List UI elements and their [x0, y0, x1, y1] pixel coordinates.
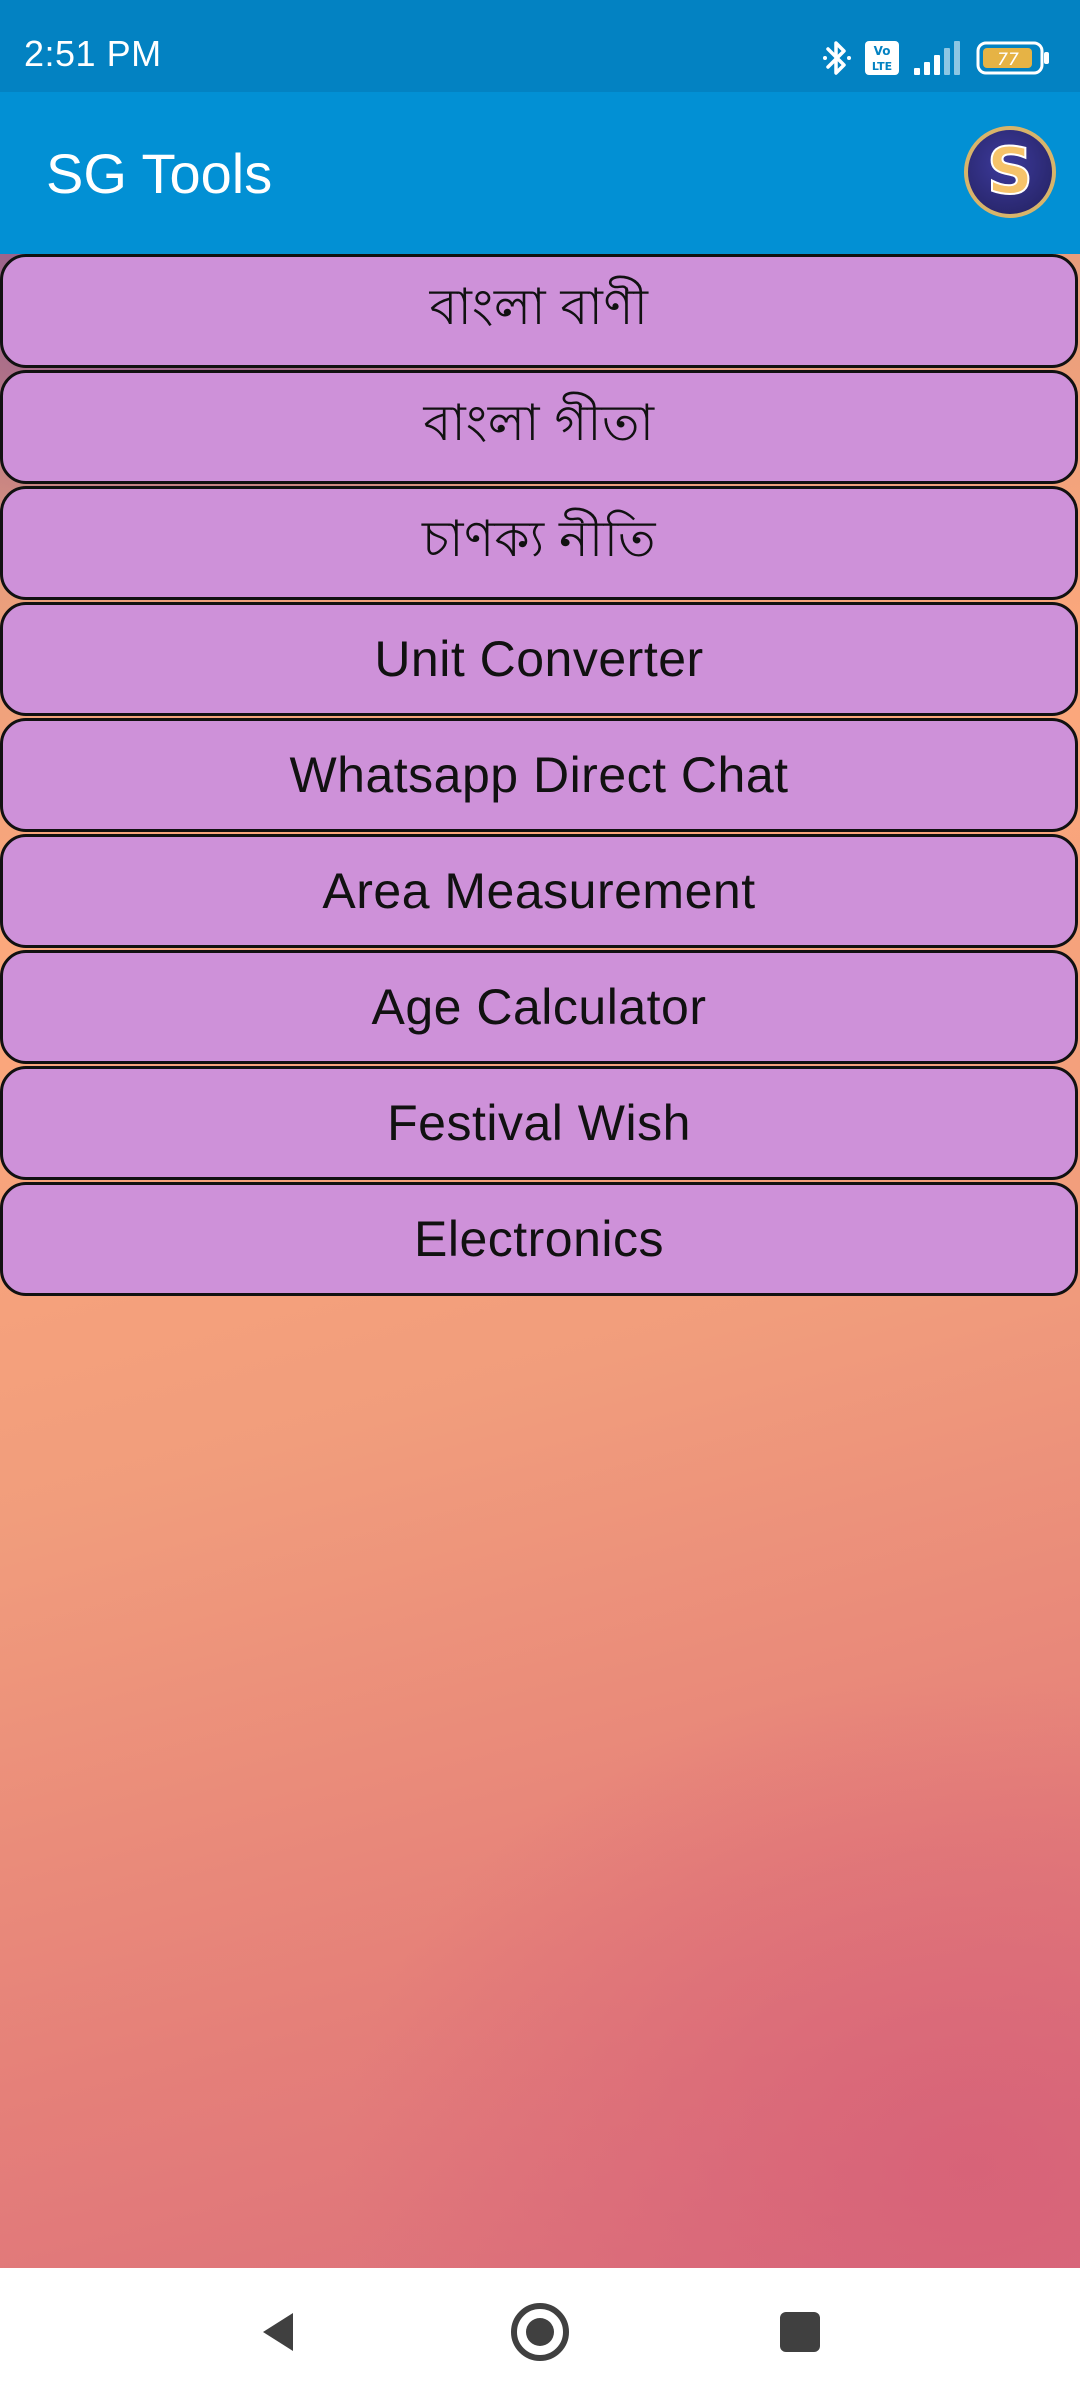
app-bar: SG Tools S: [0, 92, 1080, 254]
status-time: 2:51 PM: [24, 33, 162, 74]
battery-icon: 77: [976, 40, 1052, 81]
age-calculator-button[interactable]: Age Calculator: [0, 950, 1078, 1064]
svg-text:Vo: Vo: [874, 44, 891, 58]
bluetooth-icon: [822, 38, 852, 83]
signal-icon: [912, 40, 964, 81]
svg-text:LTE: LTE: [872, 60, 892, 73]
chanakya-niti-button[interactable]: চাণক্য নীতি: [0, 486, 1078, 600]
avatar-letter: S: [986, 135, 1034, 209]
avatar[interactable]: S: [964, 126, 1056, 218]
electronics-button[interactable]: Electronics: [0, 1182, 1078, 1296]
recents-icon: [776, 2308, 824, 2361]
app-title: SG Tools: [46, 142, 273, 205]
bangla-bani-button[interactable]: বাংলা বাণী: [0, 254, 1078, 368]
content-area: বাংলা বাণী বাংলা গীতা চাণক্য নীতি Unit C…: [0, 254, 1080, 2268]
recents-button[interactable]: [758, 2292, 842, 2376]
home-button[interactable]: [498, 2292, 582, 2376]
back-button[interactable]: [236, 2292, 320, 2376]
volte-icon: Vo LTE: [864, 40, 900, 81]
home-icon: [508, 2300, 572, 2369]
area-measurement-button[interactable]: Area Measurement: [0, 834, 1078, 948]
whatsapp-direct-chat-button[interactable]: Whatsapp Direct Chat: [0, 718, 1078, 832]
unit-converter-button[interactable]: Unit Converter: [0, 602, 1078, 716]
status-bar: 2:51 PM Vo LTE 77: [0, 0, 1080, 92]
bangla-gita-button[interactable]: বাংলা গীতা: [0, 370, 1078, 484]
status-icons: Vo LTE 77: [822, 40, 1052, 80]
back-icon: [253, 2307, 303, 2362]
festival-wish-button[interactable]: Festival Wish: [0, 1066, 1078, 1180]
battery-level: 77: [997, 50, 1019, 70]
navigation-bar: [0, 2268, 1080, 2400]
